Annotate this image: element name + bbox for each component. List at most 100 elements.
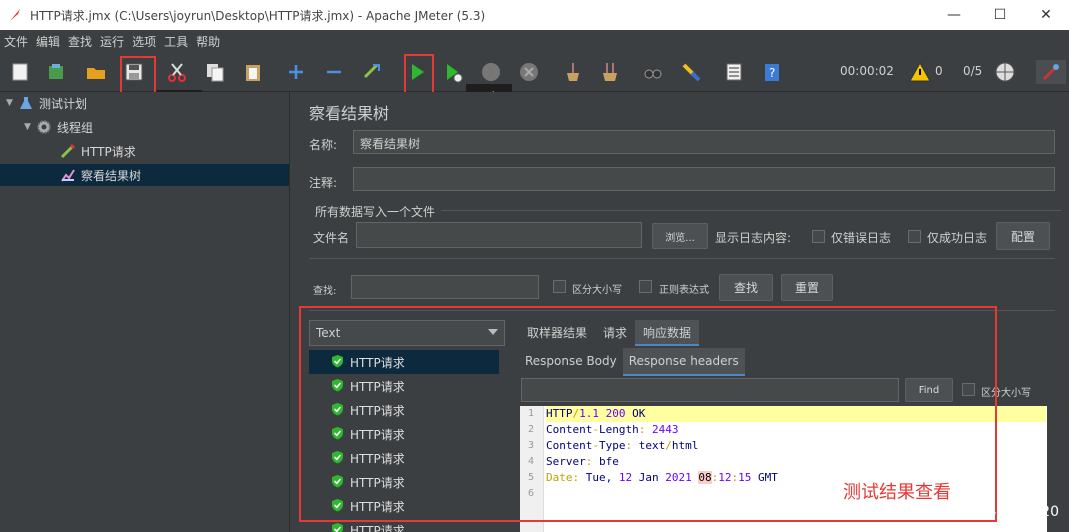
menu-bar: 文件 编辑 查找 运行 选项 工具 帮助	[0, 30, 1069, 52]
test-plan-tree: ▼ 测试计划 ▼ 线程组 HTTP请求 察看结果树	[0, 92, 290, 532]
flask-icon	[18, 95, 34, 111]
gear-icon	[36, 119, 52, 135]
filename-label: 文件名	[313, 231, 350, 245]
tree-item-http-request[interactable]: HTTP请求	[60, 140, 136, 162]
tree-item-label: HTTP请求	[81, 144, 136, 159]
chart-icon	[60, 167, 76, 183]
errors-only-checkbox[interactable]	[812, 230, 825, 243]
tree-item-label: 线程组	[57, 120, 94, 135]
tree-item-results-tree[interactable]: 察看结果树	[0, 164, 289, 186]
reset-search-button[interactable]	[679, 60, 703, 84]
remote-button[interactable]	[993, 60, 1017, 84]
comment-field[interactable]	[353, 167, 1055, 191]
stop-icon	[482, 63, 500, 81]
menu-help[interactable]: 帮助	[192, 33, 224, 50]
close-button[interactable]: ✕	[1023, 0, 1069, 30]
help-button[interactable]: ?	[760, 60, 784, 84]
function-helper-button[interactable]	[722, 60, 746, 84]
broom-icon	[567, 63, 579, 81]
search-button[interactable]	[641, 60, 665, 84]
splitter-top[interactable]	[309, 258, 1055, 259]
minimize-button[interactable]: —	[931, 0, 977, 30]
maximize-button[interactable]: ☐	[977, 0, 1023, 30]
list-icon	[726, 63, 742, 81]
warning-indicator[interactable]	[908, 60, 932, 84]
templates-button[interactable]	[44, 60, 68, 84]
new-button[interactable]	[8, 60, 32, 84]
filename-input[interactable]	[356, 222, 642, 248]
tree-item-label: 察看结果树	[81, 168, 142, 183]
log-viewer-button[interactable]	[1036, 60, 1066, 84]
copy-icon	[207, 64, 224, 82]
new-file-icon	[12, 63, 28, 81]
shutdown-button[interactable]	[517, 60, 541, 84]
expand-button[interactable]	[284, 60, 308, 84]
jmeter-feather-icon	[8, 8, 22, 22]
clear-button[interactable]	[560, 60, 584, 84]
case-sensitive-label: 区分大小写	[572, 285, 622, 296]
find-button[interactable]: 查找	[719, 274, 773, 301]
open-button[interactable]	[84, 60, 108, 84]
minus-icon	[327, 70, 341, 74]
paste-icon	[246, 65, 260, 81]
comment-label: 注释:	[309, 176, 338, 190]
collapse-arrow-icon[interactable]: ▼	[6, 98, 18, 108]
templates-icon	[49, 64, 63, 79]
scissors-icon	[168, 63, 186, 82]
cut-button[interactable]	[165, 60, 189, 84]
plus-icon	[289, 65, 303, 79]
shutdown-icon	[520, 63, 538, 81]
title-bar: HTTP请求.jmx (C:\Users\joyrun\Desktop\HTTP…	[0, 0, 1069, 30]
errors-only-label: 仅错误日志	[831, 231, 892, 245]
paste-button[interactable]	[241, 60, 265, 84]
results-tree-panel: 察看结果树 名称: 察看结果树 注释: 所有数据写入一个文件 文件名 浏览...…	[299, 92, 1069, 532]
window-title: HTTP请求.jmx (C:\Users\joyrun\Desktop\HTTP…	[30, 8, 486, 23]
success-only-checkbox[interactable]	[908, 230, 921, 243]
collapse-button[interactable]	[322, 60, 346, 84]
name-label: 名称:	[309, 138, 338, 152]
menu-search[interactable]: 查找	[64, 33, 96, 50]
log-content-label: 显示日志内容:	[715, 231, 792, 245]
menu-edit[interactable]: 编辑	[32, 33, 64, 50]
stop-button[interactable]	[479, 60, 503, 84]
toggle-button[interactable]	[360, 60, 384, 84]
toggle-icon	[363, 63, 380, 79]
regex-label: 正则表达式	[659, 285, 709, 296]
copy-button[interactable]	[203, 60, 227, 84]
svg-text:?: ?	[769, 66, 775, 80]
menu-tools[interactable]: 工具	[160, 33, 192, 50]
regex-checkbox[interactable]	[639, 280, 652, 293]
file-group-title: 所有数据写入一个文件	[315, 205, 436, 219]
warning-icon	[909, 61, 931, 82]
name-field[interactable]: 察看结果树	[353, 130, 1055, 154]
binoculars-icon	[644, 69, 662, 79]
globe-icon	[995, 62, 1015, 82]
elapsed-timer: 00:00:02	[840, 64, 894, 78]
group-border	[441, 210, 1061, 211]
start-no-timers-button[interactable]	[441, 60, 465, 84]
play-no-pause-icon	[447, 64, 463, 83]
collapse-arrow-icon[interactable]: ▼	[24, 122, 36, 132]
thread-count: 0/5	[963, 64, 983, 78]
case-sensitive-checkbox[interactable]	[553, 280, 566, 293]
broom-all-icon	[603, 63, 617, 81]
warning-count: 0	[935, 64, 943, 78]
tree-item-test-plan[interactable]: ▼ 测试计划	[6, 92, 87, 114]
save-highlight-box	[120, 56, 156, 94]
panel-title: 察看结果树	[309, 104, 390, 123]
configure-button[interactable]: 配置	[996, 222, 1050, 250]
reset-button[interactable]: 重置	[781, 274, 833, 301]
pipette-icon	[60, 143, 76, 159]
search-input[interactable]	[351, 275, 539, 299]
tree-item-thread-group[interactable]: ▼ 线程组	[24, 116, 93, 138]
menu-options[interactable]: 选项	[128, 33, 160, 50]
help-book-icon: ?	[765, 64, 779, 81]
toolbar: ? 00:00:02 0 0/5	[0, 52, 1069, 92]
search-label: 查找:	[313, 286, 337, 297]
menu-file[interactable]: 文件	[0, 33, 32, 50]
clear-all-button[interactable]	[598, 60, 622, 84]
menu-run[interactable]: 运行	[96, 33, 128, 50]
success-only-label: 仅成功日志	[927, 231, 988, 245]
tree-item-label: 测试计划	[39, 96, 88, 111]
browse-button[interactable]: 浏览...	[652, 223, 708, 249]
